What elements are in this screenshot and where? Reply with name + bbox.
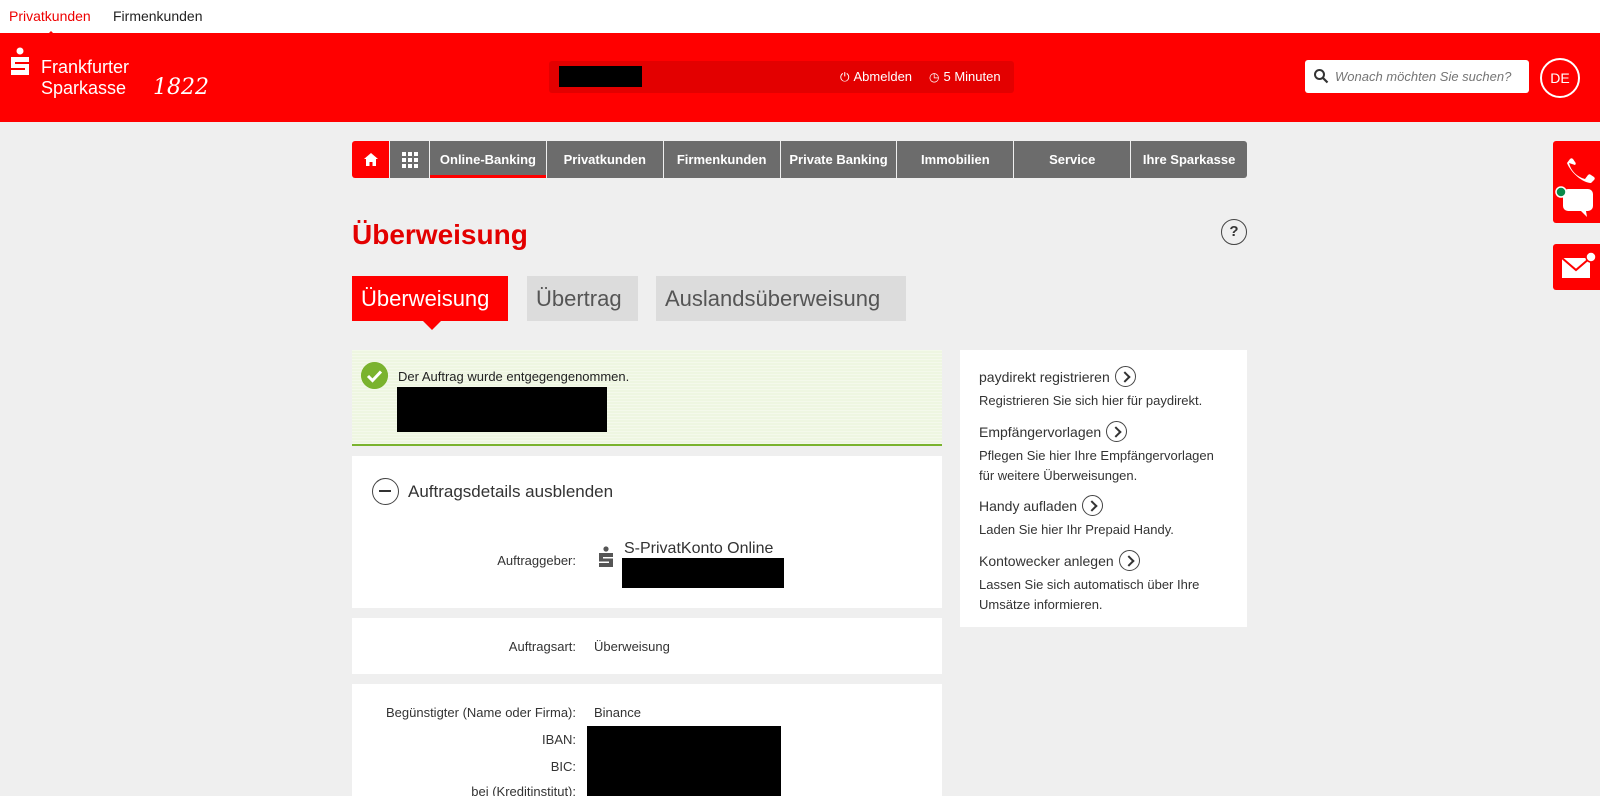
success-message: Der Auftrag wurde entgegengenommen. (352, 350, 942, 446)
redacted-account-number (622, 558, 784, 588)
quick-links-panel: paydirekt registrieren Registrieren Sie … (960, 350, 1247, 627)
empfaengervorlagen-link[interactable]: Empfängervorlagen (979, 421, 1229, 442)
redacted-bank-details (587, 726, 781, 796)
home-icon (363, 153, 378, 166)
iban-label: IBAN: (542, 732, 576, 747)
nav-online-banking[interactable]: Online-Banking (430, 141, 546, 178)
apps-button[interactable] (390, 141, 429, 178)
sparkasse-logo-icon[interactable] (9, 47, 31, 77)
power-icon: ⏻ (840, 70, 850, 84)
empfaengervorlagen-desc: Pflegen Sie hier Ihre Empfängervorlagen … (979, 448, 1214, 483)
site-header: Frankfurter Sparkasse 1822 ⏻ Abmelden ◷ 5 … (0, 33, 1600, 122)
search-icon[interactable] (1313, 68, 1329, 84)
ordering-party-label: Auftraggeber: (497, 553, 576, 568)
phone-chat-icon (1555, 158, 1595, 217)
mail-side-tab[interactable] (1553, 244, 1600, 290)
account-name: S-PrivatKonto Online (624, 540, 774, 557)
chevron-right-icon (1082, 495, 1104, 516)
paydirekt-desc: Registrieren Sie sich hier für paydirekt… (979, 393, 1203, 408)
segment-bar: Privatkunden Firmenkunden (0, 0, 1600, 37)
empfaengervorlagen-title: Empfängervorlagen (979, 423, 1102, 440)
page-title: Überweisung (352, 219, 528, 250)
grid-icon (401, 151, 418, 168)
session-bar: ⏻ Abmelden ◷ 5 Minuten (549, 61, 1014, 93)
brand-line1: Frankfurter (41, 57, 130, 77)
bic-label: BIC: (550, 759, 576, 774)
order-details-card: Auftragsdetails ausblenden Auftraggeber:… (352, 456, 942, 608)
segment-private-link[interactable]: Privatkunden (9, 8, 91, 37)
brand-name[interactable]: Frankfurter Sparkasse (41, 57, 129, 99)
tab-ueberweisung[interactable]: Überweisung (352, 276, 508, 330)
kontowecker-title: Kontowecker anlegen (979, 552, 1114, 569)
chevron-right-icon (1114, 366, 1136, 387)
segment-business-link[interactable]: Firmenkunden (113, 8, 203, 24)
nav-ihre-sparkasse[interactable]: Ihre Sparkasse (1131, 141, 1248, 178)
nav-firmenkunden[interactable]: Firmenkunden (663, 141, 780, 178)
contact-side-tab[interactable] (1553, 141, 1600, 223)
beneficiary-value: Binance (594, 705, 641, 720)
language-switch[interactable]: DE (1540, 58, 1580, 98)
paydirekt-title: paydirekt registrieren (979, 368, 1110, 385)
mail-icon (1561, 251, 1597, 278)
paydirekt-link[interactable]: paydirekt registrieren (979, 366, 1202, 387)
home-button[interactable] (352, 141, 389, 178)
tab-uebertrag[interactable]: Übertrag (527, 276, 638, 321)
nav-service[interactable]: Service (1014, 141, 1131, 178)
details-toggle[interactable]: Auftragsdetails ausblenden (372, 478, 613, 505)
check-icon (361, 362, 388, 389)
details-toggle-label: Auftragsdetails ausblenden (408, 481, 614, 501)
logout-button[interactable]: ⏻ Abmelden (840, 69, 912, 85)
quick-link-kontowecker: Kontowecker anlegen Lassen Sie sich auto… (979, 550, 1229, 615)
order-type-card: Auftragsart: Überweisung (352, 618, 942, 674)
nav-privatkunden[interactable]: Privatkunden (546, 141, 663, 178)
chevron-right-icon (1118, 550, 1140, 571)
handy-aufladen-title: Handy aufladen (979, 497, 1078, 514)
handy-aufladen-link[interactable]: Handy aufladen (979, 495, 1174, 516)
quick-link-handy: Handy aufladen Laden Sie hier Ihr Prepai… (979, 495, 1174, 540)
main-nav: Online-Banking Privatkunden Firmenkunden… (352, 141, 1248, 178)
bank-label: bei (Kreditinstitut): (471, 784, 576, 796)
logout-label: Abmelden (853, 69, 913, 84)
kontowecker-link[interactable]: Kontowecker anlegen (979, 550, 1229, 571)
nav-private-banking[interactable]: Private Banking (780, 141, 897, 178)
search-input[interactable] (1335, 65, 1523, 88)
nav-immobilien[interactable]: Immobilien (897, 141, 1014, 178)
search-box (1305, 60, 1529, 93)
quick-link-paydirekt: paydirekt registrieren Registrieren Sie … (979, 366, 1202, 411)
kontowecker-desc: Lassen Sie sich automatisch über Ihre Um… (979, 577, 1200, 612)
order-type-value: Überweisung (594, 639, 670, 654)
quick-link-empfaengervorlagen: Empfängervorlagen Pflegen Sie hier Ihre … (979, 421, 1229, 486)
minus-circle-icon (372, 478, 399, 505)
success-text: Der Auftrag wurde entgegengenommen. (398, 369, 630, 384)
brand-1822: 1822 (153, 75, 209, 100)
chevron-right-icon (1106, 421, 1128, 442)
clock-icon: ◷ (929, 70, 940, 84)
order-type-label: Auftragsart: (508, 639, 576, 654)
beneficiary-card: Begünstigter (Name oder Firma): Binance … (352, 684, 942, 796)
help-button[interactable]: ? (1221, 219, 1247, 245)
timer-label: 5 Minuten (943, 69, 1001, 84)
session-timer: ◷ 5 Minuten (929, 69, 1001, 84)
redacted-reference (397, 387, 607, 432)
handy-aufladen-desc: Laden Sie hier Ihr Prepaid Handy. (979, 522, 1174, 537)
brand-line2: Sparkasse (41, 78, 127, 98)
sparkasse-account-icon (599, 546, 613, 567)
beneficiary-label: Begünstigter (Name oder Firma): (385, 705, 576, 720)
redacted-user-name (559, 66, 642, 87)
tab-auslandsueberweisung[interactable]: Auslandsüberweisung (656, 276, 906, 321)
